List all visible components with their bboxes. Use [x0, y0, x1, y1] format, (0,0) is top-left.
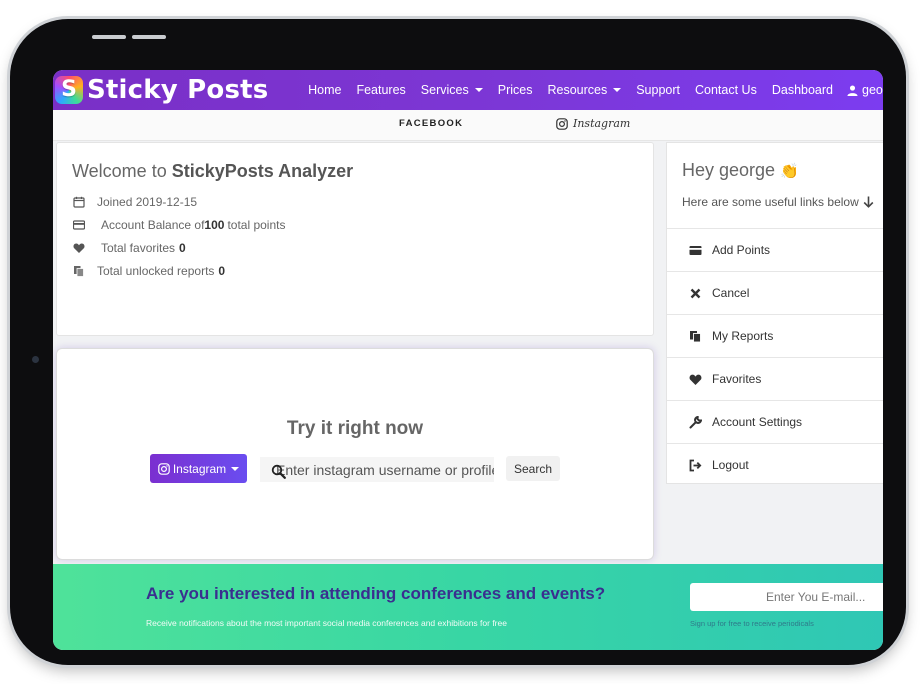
close-icon	[690, 288, 701, 298]
logout-icon	[689, 459, 702, 471]
copy-icon	[690, 330, 701, 342]
sidebar-item-my-reports[interactable]: My Reports	[667, 314, 883, 357]
heart-icon	[689, 374, 702, 385]
newsletter-band: Are you interested in attending conferen…	[53, 564, 883, 650]
caret-down-icon	[474, 88, 483, 92]
nav-dashboard[interactable]: Dashboard	[772, 83, 833, 97]
caret-down-icon	[613, 88, 622, 92]
nav-prices[interactable]: Prices	[498, 83, 533, 97]
nav-links: Home Features Services Prices Resources …	[293, 70, 883, 110]
nav-support[interactable]: Support	[636, 83, 680, 97]
instagram-icon	[158, 462, 170, 475]
sidebar-item-account-settings[interactable]: Account Settings	[667, 400, 883, 443]
joined-row: Joined 2019-12-15	[73, 195, 197, 209]
wrench-icon	[689, 415, 702, 428]
search-icon	[271, 464, 286, 479]
email-field[interactable]	[690, 583, 883, 611]
newsletter-title: Are you interested in attending conferen…	[146, 584, 606, 603]
quick-links-panel: Hey george 👏 Here are some useful links …	[666, 142, 883, 484]
tablet-volume-button	[92, 35, 126, 39]
brand-name[interactable]: Sticky Posts	[87, 74, 268, 106]
credit-card-icon	[689, 245, 702, 255]
search-button[interactable]: Search	[506, 456, 560, 481]
tablet-frame: S Sticky Posts Home Features Services Pr…	[10, 19, 906, 665]
arrow-down-icon	[863, 196, 874, 208]
platform-tabs: FACEBOOK Instagram	[53, 110, 883, 141]
reports-row: Total unlocked reports 0	[73, 264, 225, 278]
nav-contact-us[interactable]: Contact Us	[695, 83, 757, 97]
user-icon	[847, 84, 858, 96]
search-input[interactable]	[260, 457, 494, 482]
greeting-subtitle: Here are some useful links below	[682, 195, 874, 209]
tab-instagram-label: Instagram	[573, 117, 631, 130]
try-card: Try it right now Instagram Search	[56, 348, 654, 560]
nav-resources[interactable]: Resources	[547, 83, 622, 97]
user-name: george	[862, 83, 883, 97]
balance-row: Account Balance of 100 total points	[73, 218, 285, 232]
welcome-card: Welcome to StickyPosts Analyzer Joined 2…	[56, 142, 654, 336]
greeting-title: Hey george 👏	[682, 160, 799, 180]
sidebar-item-add-points[interactable]: Add Points	[667, 228, 883, 271]
clap-icon: 👏	[780, 163, 799, 180]
caret-down-icon	[231, 466, 240, 471]
tab-instagram[interactable]: Instagram	[556, 117, 630, 130]
try-title: Try it right now	[286, 418, 424, 439]
heart-icon	[73, 243, 85, 253]
newsletter-subtitle: Receive notifications about the most imp…	[146, 618, 507, 628]
navbar: S Sticky Posts Home Features Services Pr…	[53, 70, 883, 110]
calendar-icon	[73, 196, 85, 208]
nav-user-menu[interactable]: george	[847, 83, 883, 97]
screen: S Sticky Posts Home Features Services Pr…	[53, 70, 883, 650]
sidebar-item-cancel[interactable]: Cancel	[667, 271, 883, 314]
tablet-volume-button	[132, 35, 166, 39]
tab-facebook[interactable]: FACEBOOK	[399, 118, 463, 129]
nav-services[interactable]: Services	[421, 83, 483, 97]
nav-home[interactable]: Home	[308, 83, 341, 97]
copy-icon	[74, 266, 84, 277]
credit-card-icon	[73, 220, 85, 230]
logo-icon[interactable]: S	[55, 76, 83, 104]
tablet-camera	[32, 356, 39, 363]
nav-features[interactable]: Features	[356, 83, 405, 97]
newsletter-hint: Sign up for free to receive periodicals	[690, 619, 814, 628]
platform-dropdown-button[interactable]: Instagram	[150, 454, 247, 483]
welcome-title: Welcome to StickyPosts Analyzer	[72, 161, 354, 181]
favorites-row: Total favorites 0	[73, 241, 186, 255]
sidebar-item-logout[interactable]: Logout	[667, 443, 883, 486]
sidebar-item-favorites[interactable]: Favorites	[667, 357, 883, 400]
instagram-icon	[556, 117, 568, 130]
